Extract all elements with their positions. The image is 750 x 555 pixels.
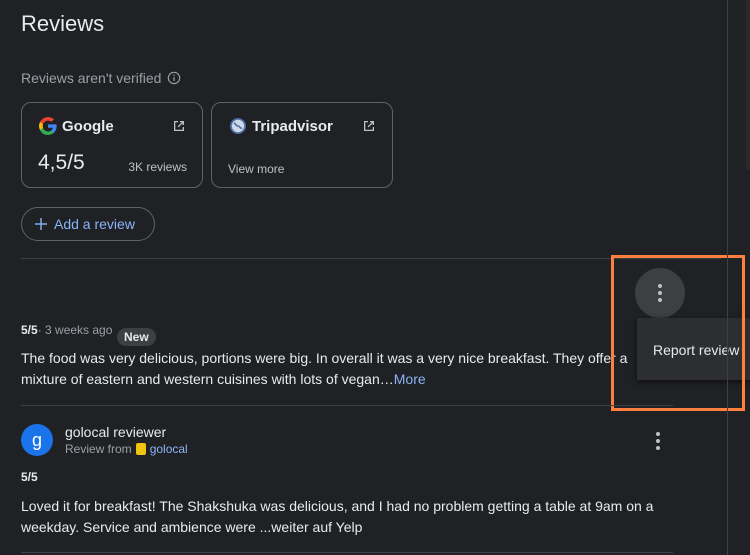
info-icon[interactable] [167,71,181,85]
review-from-label: Review from [65,442,132,456]
add-review-button[interactable]: Add a review [21,207,155,241]
google-source-card[interactable]: Google 4,5/5 3K reviews [21,102,203,188]
tripadvisor-source-name: Tripadvisor [252,118,333,135]
reviewer-name[interactable]: golocal reviewer [65,424,166,440]
open-external-icon[interactable] [361,118,377,134]
review-text: The food was very delicious, portions we… [21,348,661,390]
open-external-icon[interactable] [171,118,187,134]
plus-icon [35,218,47,230]
review-text: Loved it for breakfast! The Shakshuka wa… [21,498,654,535]
tripadvisor-view-more[interactable]: View more [228,162,284,176]
google-review-count: 3K reviews [128,160,187,174]
google-icon [39,117,57,135]
section-title: Reviews [21,11,105,36]
avatar[interactable]: g [21,424,53,456]
unverified-note: Reviews aren't verified [21,70,181,86]
review-score: 5/5 [21,323,38,337]
map-edge [746,0,750,170]
google-rating: 4,5/5 [38,151,85,174]
add-review-label: Add a review [54,216,135,232]
review-meta: 5/5 · 3 weeks ago [21,323,112,337]
highlight-box [611,255,745,411]
review-source: Review from golocal [65,442,188,456]
new-badge: New [117,328,156,346]
review-time: · 3 weeks ago [37,323,113,337]
tripadvisor-source-card[interactable]: Tripadvisor View more [211,102,393,188]
divider [21,552,673,553]
panel-border [727,0,728,555]
golocal-icon [135,443,146,455]
review-source-link[interactable]: golocal [150,442,188,456]
review-more-options-button[interactable] [656,432,660,450]
review-more-link[interactable]: More [394,371,426,387]
tripadvisor-icon [230,118,246,134]
divider [21,405,673,406]
google-source-name: Google [62,118,114,135]
review-score: 5/5 [21,470,38,484]
unverified-label: Reviews aren't verified [21,70,162,86]
review-text-content: The food was very delicious, portions we… [21,350,628,387]
more-vert-icon [656,432,660,450]
